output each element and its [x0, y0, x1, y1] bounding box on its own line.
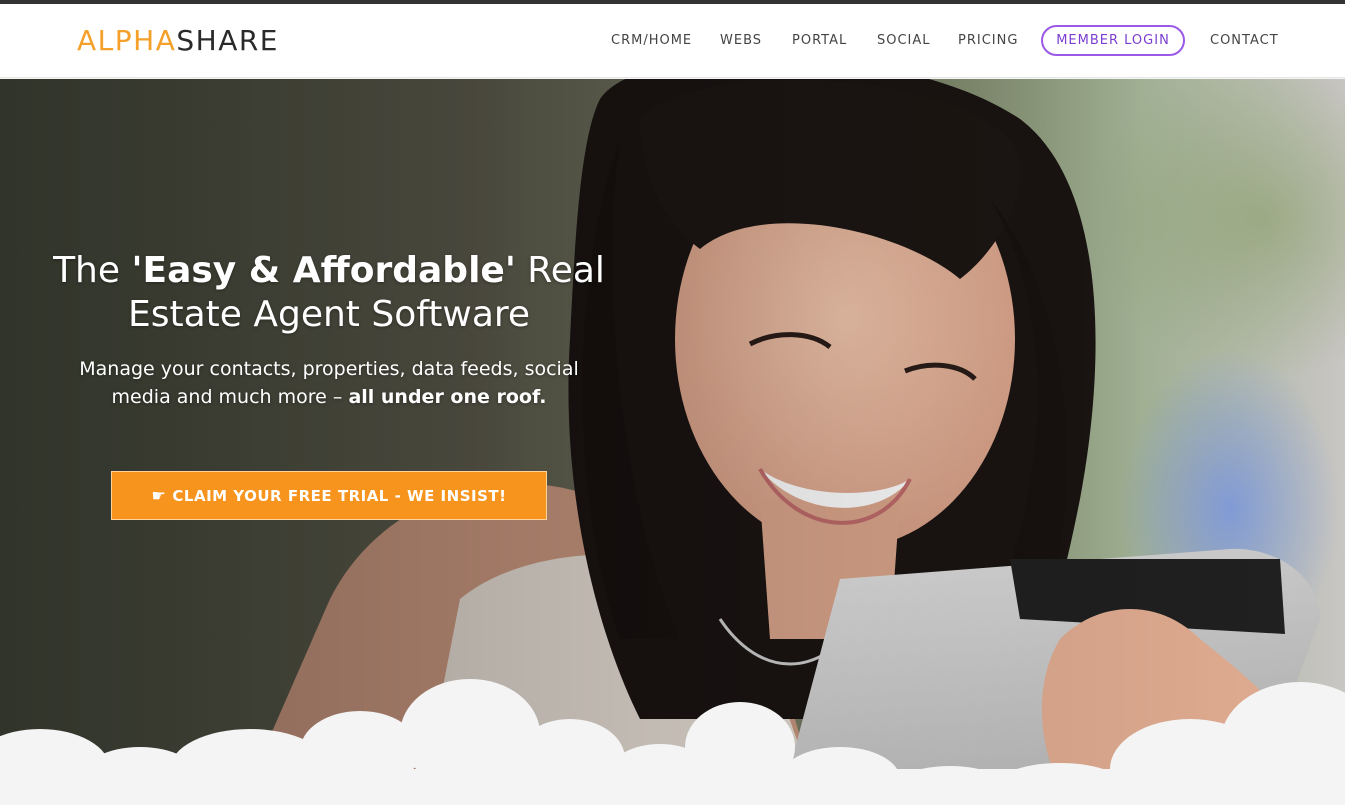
claim-free-trial-button[interactable]: ☛ CLAIM YOUR FREE TRIAL - WE INSIST! — [111, 471, 547, 520]
pointing-hand-icon: ☛ — [151, 486, 167, 505]
hero-section: The 'Easy & Affordable' Real Estate Agen… — [0, 79, 1345, 805]
hero-subtitle: Manage your contacts, properties, data f… — [79, 358, 579, 408]
member-login-button[interactable]: MEMBER LOGIN — [1041, 25, 1185, 56]
alphashare-logo[interactable]: ALPHASHARE — [77, 27, 279, 55]
site-header: ALPHASHARE CRM/HOME WEBS PORTAL SOCIAL P… — [0, 4, 1345, 78]
hero-title: The 'Easy & Affordable' Real Estate Agen… — [53, 250, 605, 335]
nav-crm-home[interactable]: CRM/HOME — [611, 33, 692, 48]
nav-pricing[interactable]: PRICING — [958, 33, 1018, 48]
nav-webs[interactable]: WEBS — [720, 33, 762, 48]
nav-portal[interactable]: PORTAL — [792, 33, 847, 48]
nav-contact[interactable]: CONTACT — [1210, 33, 1279, 48]
hero-photo — [0, 79, 1345, 805]
nav-social[interactable]: SOCIAL — [877, 33, 931, 48]
